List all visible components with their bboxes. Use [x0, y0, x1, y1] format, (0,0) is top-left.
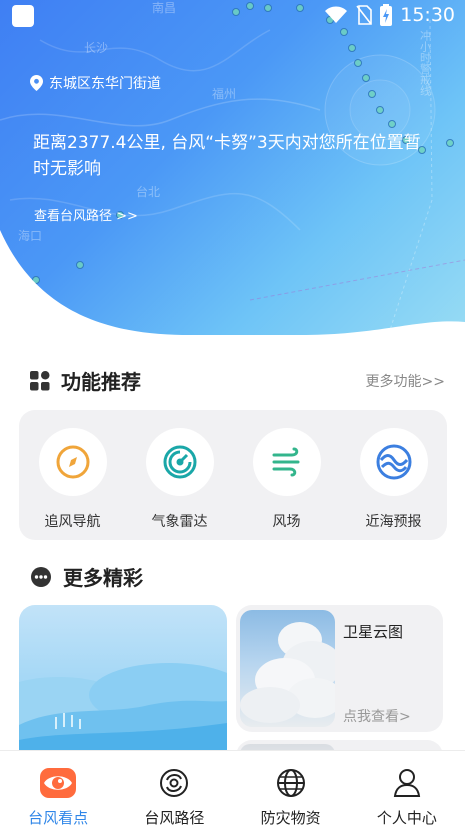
nav-label: 台风路径 — [144, 809, 205, 827]
nav-label: 台风看点 — [28, 809, 89, 827]
radar-icon — [163, 445, 196, 479]
person-icon — [393, 769, 421, 797]
nav-typhoon-track[interactable]: 台风路径 — [116, 751, 232, 828]
nav-typhoon-highlights[interactable]: 台风看点 — [0, 751, 116, 828]
view-typhoon-track-link[interactable]: 查看台风路径 >> — [34, 205, 138, 224]
status-time: 15:30 — [400, 4, 455, 26]
globe-icon — [276, 769, 305, 797]
func-label: 近海预报 — [365, 514, 422, 530]
feature-card-landscape[interactable] — [19, 605, 227, 765]
func-weather-radar[interactable]: 气象雷达 — [135, 428, 225, 531]
eye-icon — [40, 768, 77, 798]
location-row[interactable]: 东城区东华门街道 — [30, 73, 161, 93]
grid-icon — [30, 370, 50, 390]
wind-icon — [272, 447, 299, 477]
location-pin-icon — [30, 75, 43, 91]
compass-icon — [56, 445, 89, 479]
more-dots-icon — [31, 566, 51, 587]
func-label: 风场 — [272, 514, 301, 530]
wifi-icon — [325, 6, 348, 23]
location-text: 东城区东华门街道 — [49, 76, 161, 92]
nav-label: 防灾物资 — [260, 809, 321, 827]
func-offshore-forecast[interactable]: 近海预报 — [349, 428, 439, 531]
satellite-cloud-title: 卫星云图 — [343, 623, 404, 641]
hero-banner: 南昌 长沙 福州 台北 海口 冲小时警戒线 15:30 东城区东华门街道 距离2… — [0, 0, 465, 340]
status-bar: 15:30 — [0, 0, 465, 34]
func-label: 气象雷达 — [151, 514, 208, 530]
func-wind-field[interactable]: 风场 — [242, 428, 332, 531]
wave-icon — [376, 444, 411, 480]
functions-card: 追风导航 气象雷达 风场 近海预报 — [19, 410, 447, 540]
battery-charging-icon — [380, 4, 393, 26]
satellite-cloud-link[interactable]: 点我查看> — [343, 706, 411, 726]
nav-label: 个人中心 — [376, 809, 437, 827]
app-icon — [12, 5, 34, 27]
typhoon-impact-message: 距离2377.4公里, 台风“卡努”3天内对您所在位置暂时无影响 — [33, 133, 421, 179]
functions-header: 功能推荐 — [30, 366, 141, 395]
more-section-title: 更多精彩 — [63, 566, 143, 590]
typhoon-icon — [160, 769, 189, 797]
more-section-header: 更多精彩 — [30, 562, 143, 591]
no-sim-icon — [356, 5, 373, 25]
func-chase-wind-nav[interactable]: 追风导航 — [28, 428, 118, 531]
landscape-illustration — [19, 663, 227, 765]
nav-disaster-supplies[interactable]: 防灾物资 — [233, 751, 349, 828]
more-functions-link[interactable]: 更多功能>> — [366, 371, 445, 391]
satellite-cloud-card[interactable]: 卫星云图 点我查看> — [236, 605, 443, 732]
func-label: 追风导航 — [44, 514, 101, 530]
functions-title: 功能推荐 — [61, 370, 141, 394]
bottom-nav: 台风看点 台风路径 防灾物资 个人中心 — [0, 750, 465, 828]
nav-personal-center[interactable]: 个人中心 — [349, 751, 465, 828]
satellite-cloud-image — [240, 610, 335, 727]
